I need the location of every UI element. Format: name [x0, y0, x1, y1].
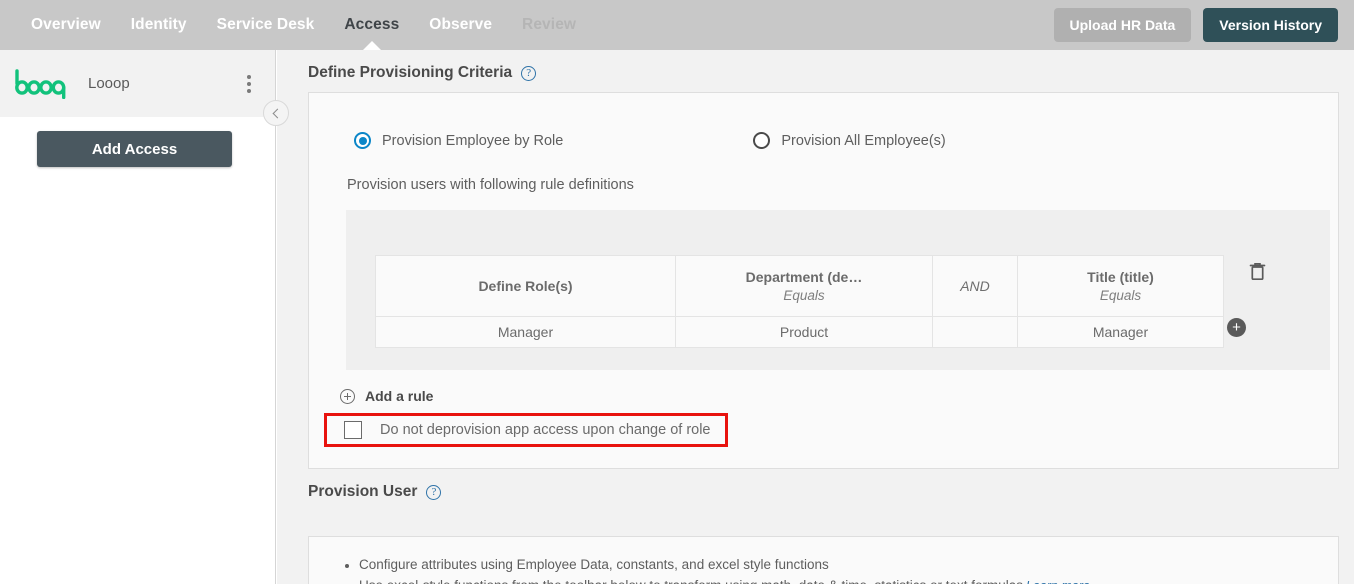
kebab-menu-icon[interactable] [247, 74, 251, 93]
version-history-button[interactable]: Version History [1203, 8, 1338, 42]
learn-more-link[interactable]: Learn more [1026, 579, 1090, 584]
radio-label-all-employees: Provision All Employee(s) [781, 132, 946, 149]
question-mark-icon[interactable]: ? [521, 65, 537, 81]
provision-mode-radio-group: Provision Employee by Role Provision All… [309, 93, 1338, 149]
question-mark-icon[interactable]: ? [426, 484, 442, 500]
nav-tab-identity[interactable]: Identity [116, 0, 202, 50]
radio-indicator-by-role[interactable] [354, 132, 371, 149]
do-not-deprovision-label: Do not deprovision app access upon chang… [380, 422, 711, 438]
provisioning-criteria-card: Provision Employee by Role Provision All… [308, 92, 1339, 469]
rule-table-header-conjunction[interactable]: AND [933, 256, 1018, 316]
chevron-left-icon [272, 108, 283, 118]
list-item: Configure attributes using Employee Data… [345, 557, 1338, 572]
add-a-rule-label: Add a rule [365, 388, 434, 404]
sidebar-collapse-button[interactable] [263, 100, 289, 126]
nav-tab-service-desk[interactable]: Service Desk [202, 0, 330, 50]
cell-define-roles[interactable]: Manager [376, 317, 676, 347]
rule-table-header-define-roles[interactable]: Define Role(s) [376, 256, 676, 316]
looop-logo-icon [12, 67, 76, 101]
top-navigation-bar: Overview Identity Service Desk Access Ob… [0, 0, 1354, 50]
header-label-title: Title (title) [1087, 269, 1154, 285]
header-label-department: Department (de… [745, 269, 863, 285]
rule-table-header-row: Define Role(s) Department (de… Equals AN… [376, 256, 1223, 316]
nav-tab-list: Overview Identity Service Desk Access Ob… [0, 0, 591, 50]
deprovision-checkbox-highlight: Do not deprovision app access upon chang… [324, 413, 728, 447]
radio-label-by-role: Provision Employee by Role [382, 132, 564, 149]
provision-user-instructions: Configure attributes using Employee Data… [309, 537, 1338, 584]
cell-conjunction [933, 317, 1018, 347]
trash-icon[interactable] [1249, 262, 1266, 286]
upload-hr-data-button[interactable]: Upload HR Data [1053, 8, 1192, 42]
sidebar-app-header: Looop [0, 50, 275, 117]
plus-circle-outline-icon [340, 388, 355, 404]
rule-definitions-container: Define Role(s) Department (de… Equals AN… [346, 210, 1330, 370]
radio-indicator-all-employees[interactable] [753, 132, 771, 149]
nav-tab-observe[interactable]: Observe [414, 0, 507, 50]
instruction-text-2: Use excel-style functions from the toolb… [359, 578, 1023, 584]
define-provisioning-criteria-header: Define Provisioning Criteria ? [277, 50, 1354, 92]
rule-definitions-intro: Provision users with following rule defi… [347, 177, 634, 193]
list-item: Use excel-style functions from the toolb… [345, 578, 1338, 584]
main-content-area: Define Provisioning Criteria ? Provision… [277, 50, 1354, 584]
rule-table: Define Role(s) Department (de… Equals AN… [375, 255, 1224, 348]
header-operator-department[interactable]: Equals [783, 288, 824, 303]
left-sidebar: Looop Add Access [0, 50, 276, 584]
table-row: Manager Product Manager [376, 316, 1223, 347]
provision-user-header: Provision User ? [277, 469, 1354, 511]
plus-circle-icon[interactable]: + [1227, 318, 1246, 337]
header-operator-title[interactable]: Equals [1100, 288, 1141, 303]
nav-tab-overview[interactable]: Overview [16, 0, 116, 50]
cell-department[interactable]: Product [676, 317, 933, 347]
radio-provision-employee-by-role[interactable]: Provision Employee by Role [354, 132, 563, 149]
provision-user-card: Configure attributes using Employee Data… [308, 536, 1339, 584]
provision-user-title: Provision User [308, 483, 418, 500]
sidebar-app-name: Looop [88, 75, 130, 92]
rule-table-header-title[interactable]: Title (title) Equals [1018, 256, 1223, 316]
add-access-button[interactable]: Add Access [37, 131, 232, 167]
nav-action-group: Upload HR Data Version History [1053, 8, 1338, 42]
do-not-deprovision-checkbox[interactable] [344, 421, 362, 439]
header-label-define-roles: Define Role(s) [478, 278, 573, 294]
add-a-rule-button[interactable]: Add a rule [340, 388, 1338, 404]
nav-tab-review[interactable]: Review [507, 0, 591, 50]
radio-provision-all-employees[interactable]: Provision All Employee(s) [753, 132, 946, 149]
page-title: Define Provisioning Criteria [308, 64, 513, 81]
cell-title[interactable]: Manager [1018, 317, 1223, 347]
instruction-text-1: Configure attributes using Employee Data… [359, 557, 829, 572]
nav-tab-access[interactable]: Access [329, 0, 414, 50]
rule-table-header-department[interactable]: Department (de… Equals [676, 256, 933, 316]
